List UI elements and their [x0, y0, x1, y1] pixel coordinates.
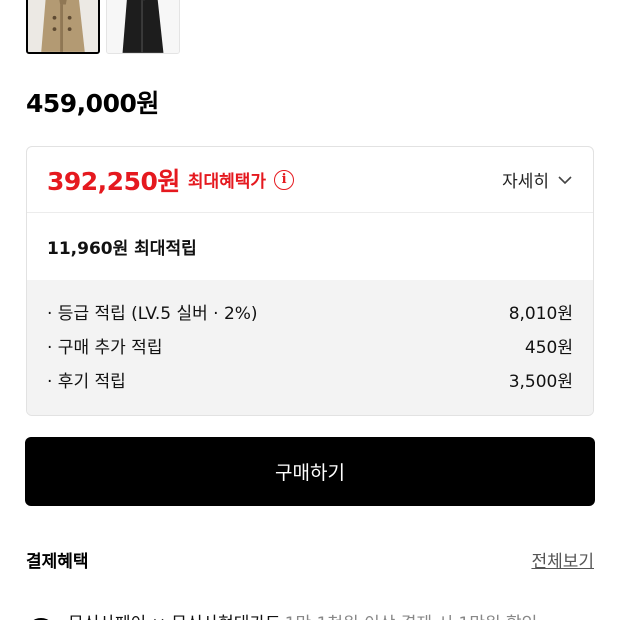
beige-coat-image — [28, 0, 98, 52]
details-toggle-button[interactable]: 자세히 — [502, 167, 573, 192]
chevron-down-icon — [558, 175, 572, 184]
points-row-value: 3,500원 — [508, 371, 573, 392]
payment-benefit-name: 무신사페이 × 무신사현대카드 — [68, 609, 281, 620]
points-row-value: 450원 — [524, 337, 573, 358]
max-benefit-price: 392,250원 — [47, 166, 180, 196]
thumbnail-strip — [26, 0, 180, 54]
see-all-link[interactable]: 전체보기 — [531, 547, 594, 572]
points-breakdown-list: · 등급 적립 (LV.5 실버 · 2%) 8,010원 · 구매 추가 적립… — [27, 280, 593, 415]
buy-button[interactable]: 구매하기 — [25, 437, 595, 506]
payment-benefit-desc: 1만 1천원 이상 결제 시 1만원 할인 — [285, 609, 538, 620]
points-row-label: · 구매 추가 적립 — [47, 337, 163, 358]
points-row-review: · 후기 적립 3,500원 — [47, 362, 573, 396]
max-points: 11,960원 최대적립 — [47, 239, 197, 259]
points-row-extra: · 구매 추가 적립 450원 — [47, 328, 573, 362]
max-benefit-label: 최대혜택가 — [187, 172, 267, 192]
max-benefit-header: 392,250원 최대혜택가 i 자세히 — [27, 147, 593, 213]
product-price: 459,000원 — [26, 89, 159, 118]
thumbnail-black-coat[interactable] — [106, 0, 180, 54]
info-icon[interactable]: i — [274, 169, 295, 190]
benefit-box: 392,250원 최대혜택가 i 자세히 11,960원 최대적립 · 등급 적… — [26, 146, 594, 416]
points-row-label: · 후기 적립 — [47, 371, 126, 392]
points-row-value: 8,010원 — [508, 303, 573, 324]
points-row-label: · 등급 적립 (LV.5 실버 · 2%) — [47, 303, 258, 324]
points-row-grade: · 등급 적립 (LV.5 실버 · 2%) 8,010원 — [47, 294, 573, 328]
product-purchase-panel: 459,000원 392,250원 최대혜택가 i 자세히 11,960원 최대… — [0, 0, 620, 620]
thumbnail-beige-coat[interactable] — [26, 0, 100, 54]
payment-benefit-item[interactable]: 무신사페이 × 무신사현대카드 1만 1천원 이상 결제 시 1만원 할인 — [26, 594, 537, 620]
black-coat-image — [107, 0, 179, 53]
payment-benefits-title: 결제혜택 — [26, 552, 89, 572]
details-label: 자세히 — [502, 172, 549, 192]
